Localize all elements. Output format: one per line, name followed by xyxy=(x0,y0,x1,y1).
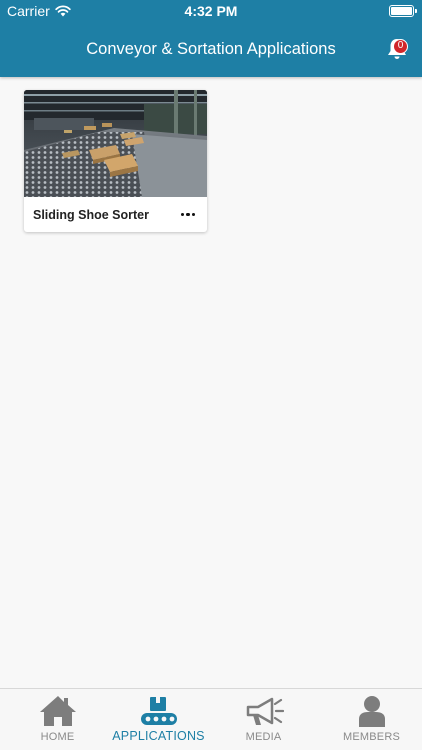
applications-grid: Sliding Shoe Sorter xyxy=(0,77,422,688)
card-title: Sliding Shoe Sorter xyxy=(33,207,149,222)
more-options-icon[interactable] xyxy=(179,205,198,225)
app-screen: Carrier 4:32 PM Conveyor & Sortation App… xyxy=(0,0,422,750)
tab-label-applications: APPLICATIONS xyxy=(112,729,205,743)
tab-label-home: HOME xyxy=(40,731,75,743)
status-time: 4:32 PM xyxy=(184,3,238,19)
conveyor-icon xyxy=(140,697,177,725)
card-footer: Sliding Shoe Sorter xyxy=(24,197,207,232)
status-bar: Carrier 4:32 PM xyxy=(0,0,422,22)
battery-icon xyxy=(389,5,417,17)
tab-members[interactable]: MEMBERS xyxy=(319,689,422,750)
tab-bar: HOME APPLICATIONS MEDIA MEMBERS xyxy=(0,688,422,750)
application-card[interactable]: Sliding Shoe Sorter xyxy=(24,90,207,232)
tab-home[interactable]: HOME xyxy=(5,689,110,750)
home-icon xyxy=(39,696,76,726)
page-title: Conveyor & Sortation Applications xyxy=(86,40,336,58)
notification-badge: 0 xyxy=(393,39,408,54)
tab-label-media: MEDIA xyxy=(245,731,282,743)
megaphone-icon xyxy=(246,697,284,725)
tab-media[interactable]: MEDIA xyxy=(211,689,316,750)
conveyor-photo xyxy=(24,90,207,197)
header: Carrier 4:32 PM Conveyor & Sortation App… xyxy=(0,0,422,77)
tab-label-members: MEMBERS xyxy=(342,731,401,743)
person-icon xyxy=(358,696,385,727)
tab-applications[interactable]: APPLICATIONS xyxy=(106,689,211,750)
